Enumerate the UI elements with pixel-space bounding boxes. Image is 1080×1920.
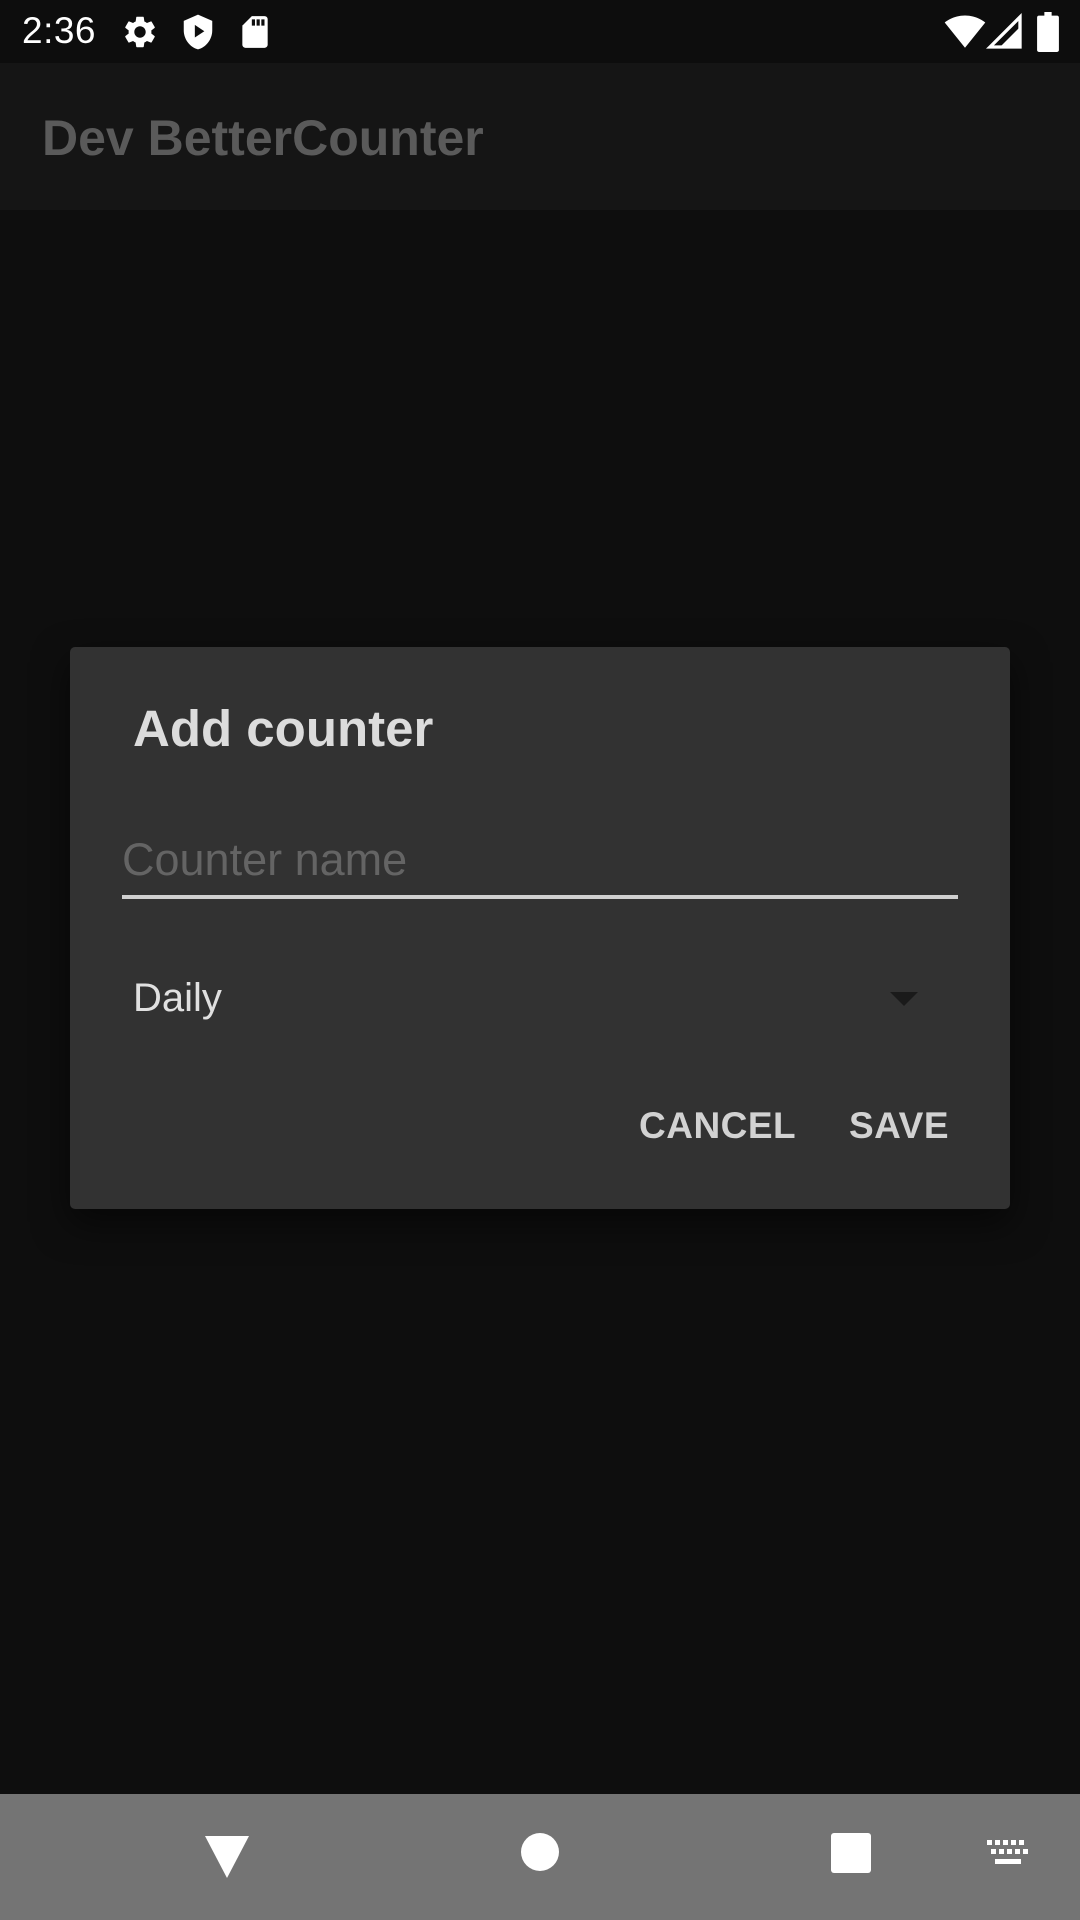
frequency-dropdown[interactable]: Daily bbox=[122, 947, 1002, 1047]
cell-signal-icon bbox=[985, 12, 1025, 52]
navigation-bar bbox=[0, 1794, 1080, 1920]
counter-name-input[interactable] bbox=[122, 825, 958, 899]
dropdown-arrow-icon bbox=[890, 992, 918, 1006]
settings-icon bbox=[121, 13, 159, 51]
app-title: Dev BetterCounter bbox=[42, 110, 484, 166]
screen: 2:36 Dev BetterCounter Add counter Daily bbox=[0, 0, 1080, 1920]
keyboard-icon[interactable] bbox=[986, 1838, 1030, 1868]
cancel-button[interactable]: CANCEL bbox=[639, 1104, 796, 1148]
save-button[interactable]: SAVE bbox=[849, 1104, 949, 1148]
shield-play-icon bbox=[179, 13, 217, 51]
app-bar: Dev BetterCounter bbox=[0, 63, 1080, 210]
home-icon[interactable] bbox=[520, 1832, 560, 1872]
status-bar: 2:36 bbox=[0, 0, 1080, 63]
recents-icon[interactable] bbox=[830, 1832, 872, 1874]
dialog-title: Add counter bbox=[133, 700, 434, 757]
sd-card-icon bbox=[236, 13, 274, 51]
back-icon[interactable] bbox=[203, 1834, 251, 1880]
status-time: 2:36 bbox=[22, 10, 97, 51]
wifi-icon bbox=[944, 11, 986, 53]
frequency-selected-value: Daily bbox=[133, 976, 222, 1020]
add-counter-dialog: Add counter Daily CANCEL SAVE bbox=[70, 647, 1010, 1209]
battery-icon bbox=[1036, 12, 1060, 52]
